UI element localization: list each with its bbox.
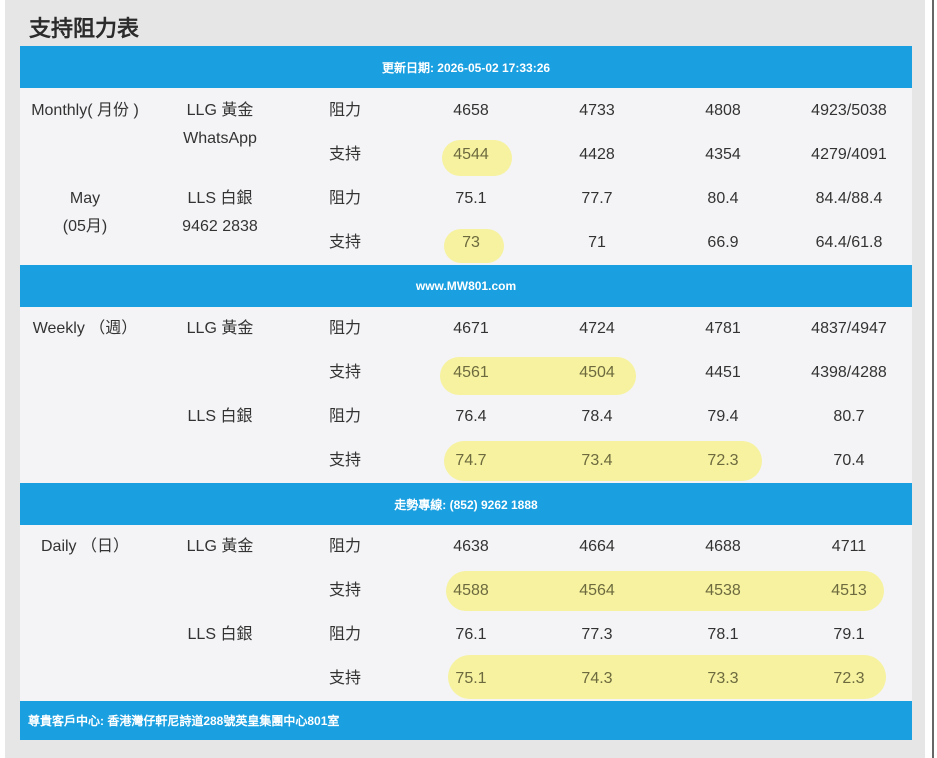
value-cell: 4658	[453, 102, 489, 119]
value-cell: 4588	[453, 582, 489, 599]
row-type-label: 支持	[328, 146, 361, 163]
table-row: 支持 73 71 66.9 64.4/61.8	[20, 221, 912, 265]
value-cell: 73.3	[707, 670, 739, 687]
table-row: 支持 75.1 74.3 73.3 72.3	[20, 657, 912, 701]
table-row: 阻力 4658 4733 4808 4923/5038	[20, 89, 912, 133]
value-cell: 4428	[579, 146, 615, 163]
value-cell: 84.4/88.4	[815, 190, 883, 207]
table-row: 支持 4588 4564 4538 4513	[20, 569, 912, 613]
table-row: 阻力 4671 4724 4781 4837/4947	[20, 307, 912, 351]
value-cell: 78.4	[581, 408, 613, 425]
table-row: 阻力 76.4 78.4 79.4 80.7	[20, 395, 912, 439]
table-row: 支持 4544 4428 4354 4279/4091	[20, 133, 912, 177]
monthly-section: Monthly( 月份 ) May (05月) LLG 黃金 WhatsApp …	[20, 89, 912, 265]
value-cell: 4733	[579, 102, 615, 119]
value-cell: 4544	[453, 146, 489, 163]
row-type-label: 阻力	[328, 538, 361, 555]
row-type-label: 阻力	[328, 102, 361, 119]
value-cell: 78.1	[707, 626, 739, 643]
value-cell: 4279/4091	[811, 146, 887, 163]
value-cell: 4664	[579, 538, 615, 555]
value-cell: 4688	[705, 538, 741, 555]
table-row: 阻力 76.1 77.3 78.1 79.1	[20, 613, 912, 657]
value-cell: 4724	[579, 320, 615, 337]
hotline-bar[interactable]: 走勢專線: (852) 9262 1888	[20, 483, 912, 525]
value-cell: 74.7	[455, 452, 487, 469]
value-cell: 4513	[831, 582, 867, 599]
value-cell: 76.1	[455, 626, 487, 643]
value-cell: 71	[588, 234, 606, 251]
value-cell: 72.3	[707, 452, 739, 469]
value-cell: 80.4	[707, 190, 739, 207]
value-cell: 77.3	[581, 626, 613, 643]
value-cell: 76.4	[455, 408, 487, 425]
table-row: 阻力 75.1 77.7 80.4 84.4/88.4	[20, 177, 912, 221]
value-cell: 4354	[705, 146, 741, 163]
value-cell: 75.1	[455, 190, 487, 207]
value-cell: 4451	[705, 364, 741, 381]
value-cell: 74.3	[581, 670, 613, 687]
value-cell: 72.3	[833, 670, 865, 687]
value-cell: 66.9	[707, 234, 739, 251]
table-row: 支持 4561 4504 4451 4398/4288	[20, 351, 912, 395]
row-type-label: 支持	[328, 364, 361, 381]
value-cell: 73	[462, 234, 480, 251]
row-type-label: 阻力	[328, 190, 361, 207]
value-cell: 4671	[453, 320, 489, 337]
table-row: 支持 74.7 73.4 72.3 70.4	[20, 439, 912, 483]
value-cell: 80.7	[833, 408, 865, 425]
value-cell: 4923/5038	[811, 102, 887, 119]
value-cell: 64.4/61.8	[815, 234, 883, 251]
row-type-label: 阻力	[328, 320, 361, 337]
value-cell: 4837/4947	[811, 320, 887, 337]
value-cell: 4638	[453, 538, 489, 555]
value-cell: 79.1	[833, 626, 865, 643]
value-cell: 79.4	[707, 408, 739, 425]
row-type-label: 支持	[328, 234, 361, 251]
value-cell: 4504	[579, 364, 615, 381]
value-cell: 77.7	[581, 190, 613, 207]
row-type-label: 支持	[328, 452, 361, 469]
value-cell: 4781	[705, 320, 741, 337]
table-row: 阻力 4638 4664 4688 4711	[20, 525, 912, 569]
value-cell: 4538	[705, 582, 741, 599]
website-bar[interactable]: www.MW801.com	[20, 265, 912, 307]
value-cell: 4808	[705, 102, 741, 119]
support-resistance-table: 更新日期: 2026-05-02 17:33:26 Monthly( 月份 ) …	[20, 46, 912, 740]
weekly-section: Weekly （週） LLG 黃金 LLS 白銀 阻力 4671 4724 47…	[20, 307, 912, 483]
customer-center-bar: 尊貴客戶中心: 香港灣仔軒尼詩道288號英皇集團中心801室	[20, 701, 912, 740]
row-type-label: 阻力	[328, 626, 361, 643]
value-cell: 4564	[579, 582, 615, 599]
row-type-label: 支持	[328, 582, 361, 599]
update-date-bar: 更新日期: 2026-05-02 17:33:26	[20, 46, 912, 88]
value-cell: 73.4	[581, 452, 613, 469]
page-title: 支持阻力表	[29, 16, 140, 41]
scrollbar-divider	[932, 0, 934, 758]
value-cell: 4398/4288	[811, 364, 887, 381]
row-type-label: 阻力	[328, 408, 361, 425]
value-cell: 75.1	[455, 670, 487, 687]
daily-section: Daily （日） LLG 黃金 LLS 白銀 阻力 4638 4664 468…	[20, 525, 912, 701]
row-type-label: 支持	[328, 670, 361, 687]
value-cell: 4561	[453, 364, 489, 381]
value-cell: 70.4	[833, 452, 865, 469]
value-cell: 4711	[831, 538, 867, 555]
